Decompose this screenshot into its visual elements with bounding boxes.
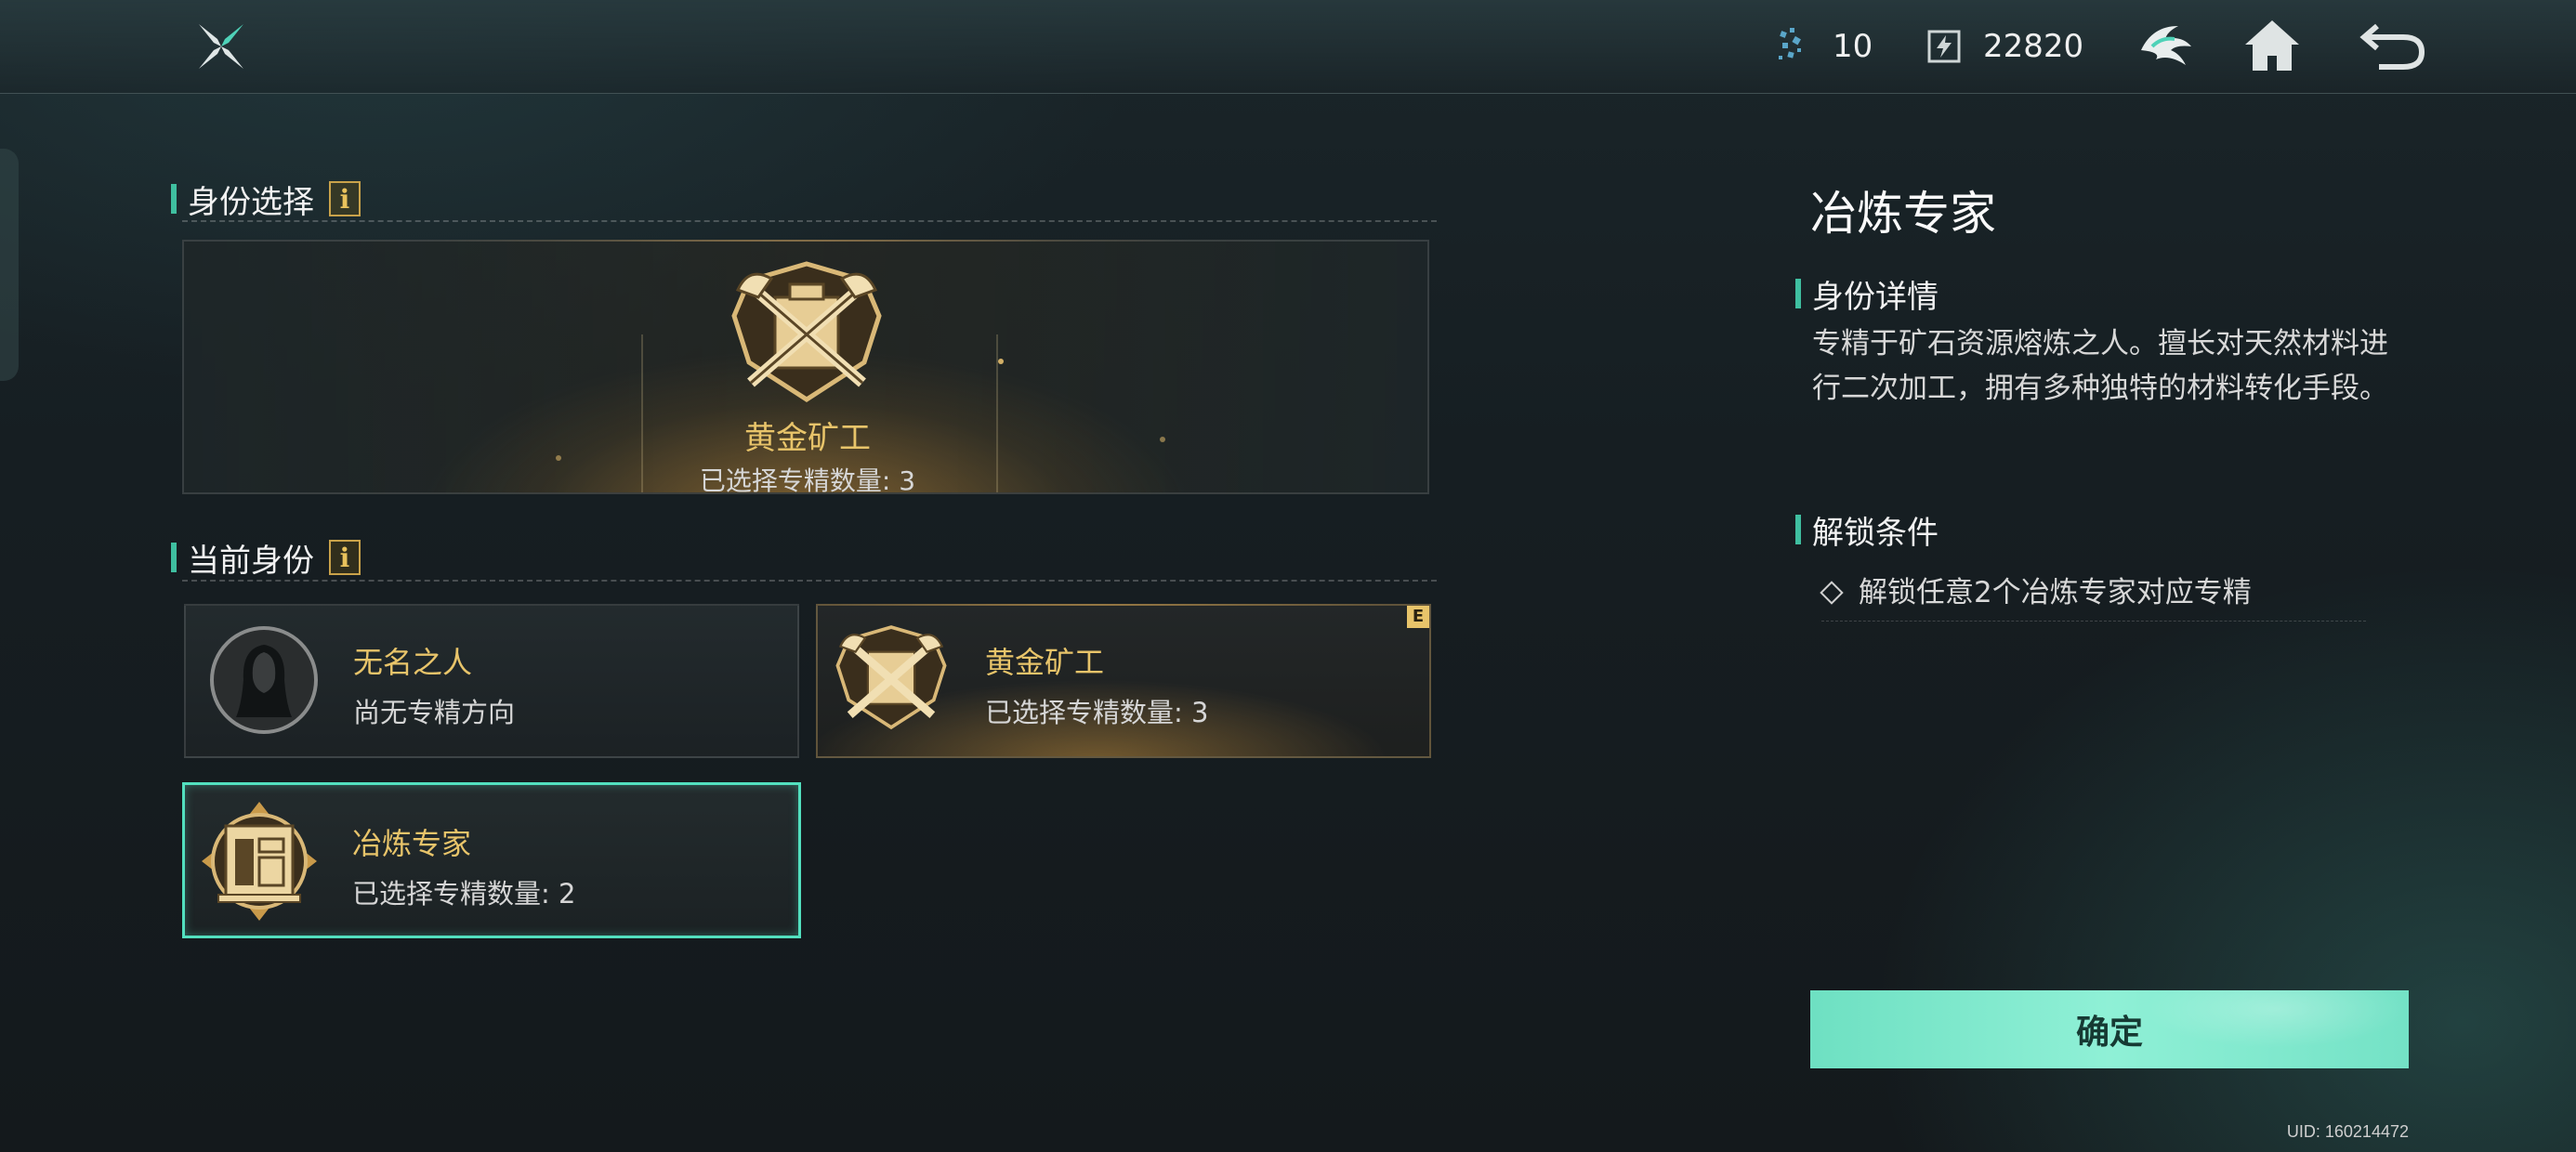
- detail-info-title: 身份详情: [1812, 278, 1939, 316]
- furnace-emblem-icon: [198, 798, 321, 924]
- identity-card-nameless[interactable]: 无名之人 尚无专精方向: [184, 604, 799, 758]
- card-identity-sub: 已选择专精数量: 2: [352, 878, 576, 910]
- unlock-condition-title: 解锁条件: [1812, 514, 1939, 552]
- identity-select-title: 身份选择: [188, 183, 314, 221]
- banner-specialization-count: 已选择专精数量: 3: [699, 465, 916, 494]
- equipped-tag: E: [1407, 606, 1429, 628]
- logo-icon[interactable]: [193, 19, 249, 74]
- divider: [1821, 621, 2366, 622]
- card-identity-name: 黄金矿工: [985, 645, 1105, 680]
- detail-description: 专精于矿石资源熔炼之人。擅长对天然材料进行二次加工，拥有多种独特的材料转化手段。: [1812, 327, 2388, 405]
- current-identity-header: 当前身份 i: [171, 533, 361, 582]
- unlock-condition-text: 解锁任意2个冶炼专家对应专精: [1859, 576, 2252, 609]
- section-marker: [1795, 279, 1801, 308]
- section-marker: [1795, 515, 1801, 544]
- sparkle: [998, 359, 1004, 364]
- energy-count: 10: [1833, 28, 1873, 65]
- faction-icon[interactable]: [2134, 13, 2199, 78]
- currency-amount: 22820: [1983, 28, 2084, 65]
- top-bar: 10 22820: [0, 0, 2576, 94]
- info-icon[interactable]: i: [329, 181, 361, 216]
- confirm-button[interactable]: 确定: [1810, 990, 2409, 1068]
- gold-miner-emblem-icon: [725, 260, 888, 403]
- section-marker: [171, 184, 177, 214]
- card-identity-sub: 尚无专精方向: [353, 697, 516, 728]
- info-icon[interactable]: i: [329, 540, 361, 575]
- gold-miner-emblem-icon: [831, 619, 952, 736]
- back-icon[interactable]: [2357, 13, 2425, 78]
- unlock-condition-header: 解锁条件: [1795, 505, 1939, 554]
- divider: [182, 220, 1437, 222]
- detail-title: 冶炼专家: [1810, 187, 1996, 241]
- energy-icon: [1773, 26, 1810, 67]
- diamond-bullet-icon: [1820, 581, 1844, 605]
- unlock-condition-item: 解锁任意2个冶炼专家对应专精: [1820, 570, 2252, 615]
- side-drawer-tab[interactable]: [0, 149, 19, 381]
- identity-card-gold-miner[interactable]: E 黄金矿工 已选择专精数量: 3: [816, 604, 1431, 758]
- identity-select-header: 身份选择 i: [171, 175, 361, 223]
- current-identity-title: 当前身份: [188, 542, 314, 580]
- section-marker: [171, 543, 177, 572]
- currency-icon: [1925, 28, 1963, 65]
- selected-identity-banner[interactable]: 黄金矿工 已选择专精数量: 3: [182, 240, 1429, 494]
- home-icon[interactable]: [2240, 13, 2305, 78]
- card-identity-sub: 已选择专精数量: 3: [985, 697, 1209, 728]
- card-identity-name: 冶炼专家: [352, 826, 472, 861]
- user-id: UID: 160214472: [2286, 1122, 2409, 1141]
- divider: [182, 580, 1437, 582]
- card-identity-name: 无名之人: [353, 645, 473, 680]
- banner-identity-name: 黄金矿工: [744, 420, 871, 457]
- identity-card-smelting-expert[interactable]: 冶炼专家 已选择专精数量: 2: [182, 782, 801, 938]
- detail-info-header: 身份详情: [1795, 269, 1939, 318]
- hooded-figure-icon: [208, 624, 320, 736]
